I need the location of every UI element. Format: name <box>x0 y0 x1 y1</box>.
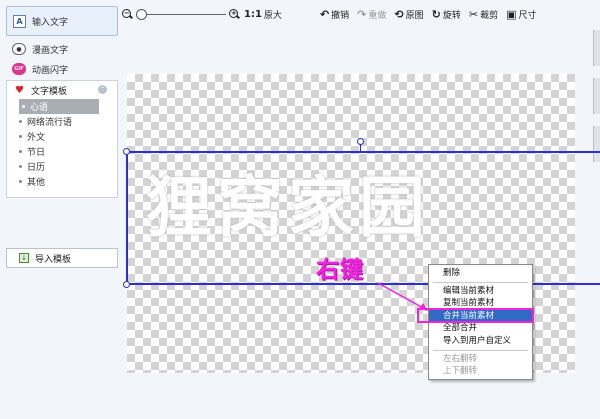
menu-separator <box>433 349 528 351</box>
menu-item-flip-vertical[interactable]: 上下翻转 <box>429 365 532 378</box>
menu-item-edit-current[interactable]: 编辑当前素材 <box>429 285 532 298</box>
menu-item-merge-all[interactable]: 全部合并 <box>429 322 532 335</box>
menu-item-import-custom[interactable]: 导入到用户自定义 <box>429 335 532 348</box>
menu-separator <box>433 281 528 283</box>
menu-item-flip-horizontal[interactable]: 左右翻转 <box>429 353 532 366</box>
annotation-highlight-box <box>417 308 534 323</box>
menu-item-delete[interactable]: 删除 <box>429 267 532 280</box>
app-window: A 输入文字 ● 漫画文字 GIF 动画闪字 ♥ 文字模板 ⌃ 心语 网络流行语… <box>0 0 600 419</box>
